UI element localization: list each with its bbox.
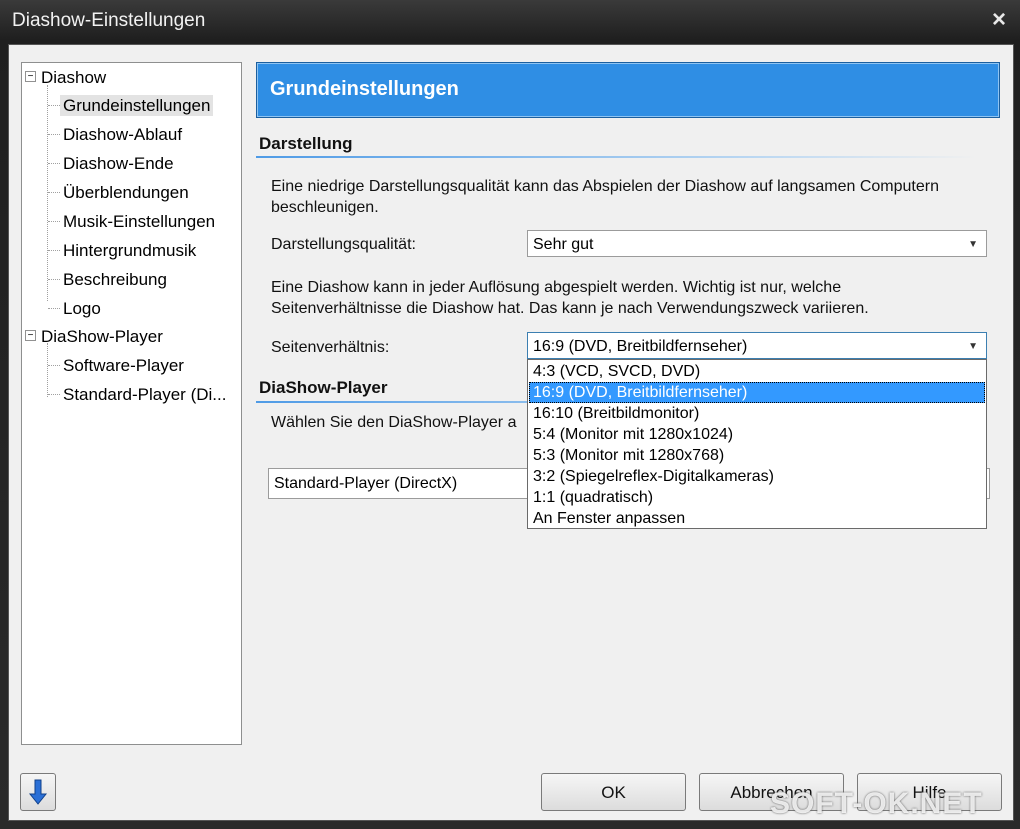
title-bar[interactable]: Diashow-Einstellungen × — [0, 0, 1020, 42]
ratio-label: Seitenverhältnis: — [271, 339, 390, 356]
tree-item-logo[interactable]: Logo — [63, 296, 101, 322]
dropdown-arrow-icon[interactable]: ▼ — [968, 231, 978, 258]
watermark: SOFT-OK.NET — [770, 787, 983, 820]
quality-select[interactable]: Sehr gut ▼ — [527, 230, 987, 257]
tree-branch — [48, 394, 60, 395]
ratio-description-line2: Seitenverhältnisse die Diashow hat. Das … — [271, 300, 869, 317]
tree-item-grundeinstellungen[interactable]: Grundeinstellungen — [60, 93, 214, 119]
tree-branch — [48, 221, 60, 222]
quality-select-value: Sehr gut — [533, 236, 594, 253]
settings-tree: − Diashow Grundeinstellungen Diashow-Abl… — [21, 62, 242, 745]
collapse-icon[interactable]: − — [25, 71, 36, 82]
player-select-value: Standard-Player (DirectX) — [274, 475, 458, 492]
ratio-option[interactable]: 5:4 (Monitor mit 1280x1024) — [529, 424, 985, 445]
page-header: Grundeinstellungen — [256, 62, 1000, 118]
tree-item-software-player[interactable]: Software-Player — [63, 353, 184, 379]
tree-item-hintergrundmusik[interactable]: Hintergrundmusik — [63, 238, 196, 264]
collapse-icon[interactable]: − — [25, 330, 36, 341]
window-title: Diashow-Einstellungen — [12, 10, 206, 31]
close-icon[interactable]: × — [992, 6, 1006, 34]
tree-node-diashow-player[interactable]: DiaShow-Player — [41, 324, 163, 350]
ratio-option[interactable]: 3:2 (Spiegelreflex-Digitalkameras) — [529, 466, 985, 487]
tree-item-ueberblendungen[interactable]: Überblendungen — [63, 180, 189, 206]
ratio-select-value: 16:9 (DVD, Breitbildfernseher) — [533, 338, 748, 355]
ratio-option[interactable]: 16:10 (Breitbildmonitor) — [529, 403, 985, 424]
quality-description-line1: Eine niedrige Darstellungsqualität kann … — [271, 178, 939, 195]
tree-item-diashow-ablauf[interactable]: Diashow-Ablauf — [63, 122, 182, 148]
tree-item-diashow-ende[interactable]: Diashow-Ende — [63, 151, 174, 177]
ratio-option[interactable]: An Fenster anpassen — [529, 508, 985, 529]
section-title-player: DiaShow-Player — [259, 378, 388, 397]
section-title-darstellung: Darstellung — [259, 134, 353, 153]
tree-branch — [48, 279, 60, 280]
ratio-option-selected[interactable]: 16:9 (DVD, Breitbildfernseher) — [529, 382, 985, 403]
player-description: Wählen Sie den DiaShow-Player a — [271, 414, 517, 431]
quality-label: Darstellungsqualität: — [271, 236, 416, 253]
tree-branch — [48, 365, 60, 366]
tree-line — [47, 343, 48, 397]
tree-branch — [48, 308, 60, 309]
tree-item-standard-player[interactable]: Standard-Player (Di... — [63, 382, 226, 408]
ratio-option[interactable]: 1:1 (quadratisch) — [529, 487, 985, 508]
tree-branch — [48, 163, 60, 164]
tree-node-diashow[interactable]: Diashow — [41, 65, 106, 91]
down-arrow-icon — [28, 779, 48, 805]
tree-branch — [48, 105, 60, 106]
ratio-select[interactable]: 16:9 (DVD, Breitbildfernseher) ▼ — [527, 332, 987, 359]
tree-item-beschreibung[interactable]: Beschreibung — [63, 267, 167, 293]
info-button[interactable] — [20, 773, 56, 811]
ok-button[interactable]: OK — [541, 773, 686, 811]
page-title: Grundeinstellungen — [270, 78, 459, 100]
tree-branch — [48, 192, 60, 193]
section-divider — [256, 156, 976, 158]
dialog-window: Diashow-Einstellungen × − Diashow Grunde… — [0, 0, 1020, 829]
tree-branch — [48, 250, 60, 251]
tree-item-musik-einstellungen[interactable]: Musik-Einstellungen — [63, 209, 215, 235]
tree-line — [47, 85, 48, 301]
ratio-option[interactable]: 4:3 (VCD, SVCD, DVD) — [529, 361, 985, 382]
ratio-option[interactable]: 5:3 (Monitor mit 1280x768) — [529, 445, 985, 466]
quality-description-line2: beschleunigen. — [271, 199, 379, 216]
ratio-description-line1: Eine Diashow kann in jeder Auflösung abg… — [271, 279, 842, 296]
tree-branch — [48, 134, 60, 135]
ratio-dropdown-list: 4:3 (VCD, SVCD, DVD) 16:9 (DVD, Breitbil… — [527, 359, 987, 529]
dialog-client: − Diashow Grundeinstellungen Diashow-Abl… — [8, 44, 1014, 821]
dropdown-arrow-icon[interactable]: ▼ — [968, 333, 978, 360]
